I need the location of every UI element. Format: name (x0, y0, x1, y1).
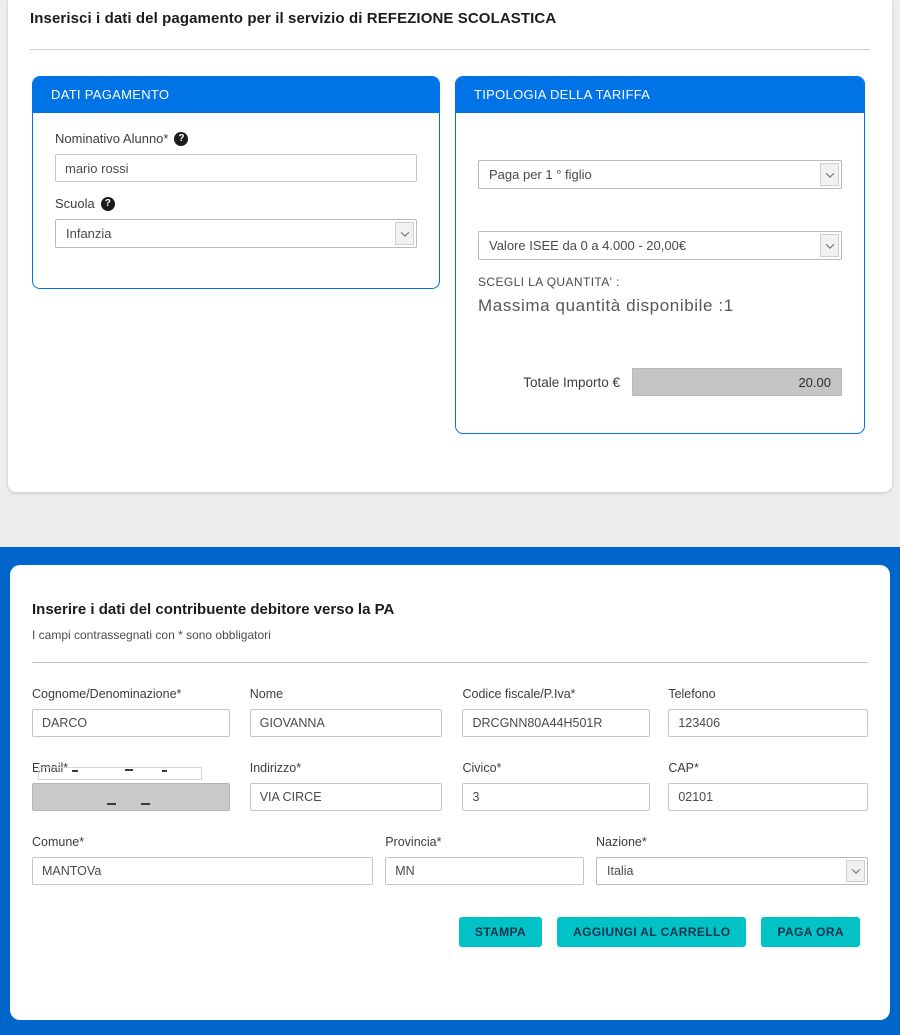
civico-label: Civico* (462, 761, 650, 775)
tariffa-header: TIPOLOGIA DELLA TARIFFA (456, 77, 864, 113)
chevron-down-icon (820, 163, 839, 186)
cognome-label: Cognome/Denominazione* (32, 687, 230, 701)
codice-fiscale-input[interactable] (462, 709, 650, 737)
help-icon[interactable]: ? (101, 197, 115, 211)
email-label: Email* (32, 761, 230, 775)
cap-field: CAP* (668, 761, 868, 811)
scuola-label-row: Scuola ? (55, 196, 417, 211)
chevron-down-icon (820, 234, 839, 257)
quantita-label: SCEGLI LA QUANTITA' : (478, 275, 842, 289)
help-icon[interactable]: ? (174, 132, 188, 146)
comune-input[interactable] (32, 857, 373, 885)
nome-input[interactable] (250, 709, 443, 737)
isee-select[interactable]: Valore ISEE da 0 a 4.000 - 20,00€ (478, 231, 842, 260)
contribuente-row-2: Email* Indirizzo* Civico* (32, 761, 868, 811)
scuola-label: Scuola (55, 196, 95, 211)
civico-field: Civico* (462, 761, 650, 811)
email-input (32, 783, 230, 811)
provincia-label: Provincia* (385, 835, 584, 849)
dati-pagamento-panel: DATI PAGAMENTO Nominativo Alunno* ? Scuo… (32, 76, 440, 289)
cognome-field: Cognome/Denominazione* (32, 687, 230, 737)
figlio-select-value: Paga per 1 ° figlio (489, 167, 592, 182)
totale-importo-label: Totale Importo € (523, 375, 620, 390)
nazione-label: Nazione* (596, 835, 868, 849)
scuola-select-value: Infanzia (66, 226, 112, 241)
contribuente-section: Inserire i dati del contribuente debitor… (0, 547, 900, 1035)
figlio-select[interactable]: Paga per 1 ° figlio (478, 160, 842, 189)
nazione-select-value: Italia (607, 864, 633, 878)
panels-row: DATI PAGAMENTO Nominativo Alunno* ? Scuo… (8, 50, 892, 434)
comune-field: Comune* (32, 835, 373, 885)
max-quantita-text: Massima quantità disponibile :1 (478, 296, 842, 316)
nazione-select[interactable]: Italia (596, 857, 868, 885)
tariffa-panel: TIPOLOGIA DELLA TARIFFA Paga per 1 ° fig… (455, 76, 865, 434)
chevron-down-icon (846, 860, 865, 882)
cap-input[interactable] (668, 783, 868, 811)
indirizzo-field: Indirizzo* (250, 761, 443, 811)
cognome-input[interactable] (32, 709, 230, 737)
nominativo-alunno-label: Nominativo Alunno* (55, 131, 168, 146)
payment-data-card: Inserisci i dati del pagamento per il se… (8, 0, 892, 492)
page: Inserisci i dati del pagamento per il se… (0, 0, 900, 1035)
stampa-button[interactable]: STAMPA (459, 917, 542, 947)
isee-select-value: Valore ISEE da 0 a 4.000 - 20,00€ (489, 238, 686, 253)
telefono-field: Telefono (668, 687, 868, 737)
paga-ora-button[interactable]: PAGA ORA (761, 917, 860, 947)
contribuente-row-3: Comune* Provincia* Nazione* Italia (32, 835, 868, 885)
comune-label: Comune* (32, 835, 373, 849)
totale-importo-field (632, 368, 842, 396)
nazione-field: Nazione* Italia (596, 835, 868, 885)
nominativo-alunno-input[interactable] (55, 154, 417, 182)
dati-pagamento-header: DATI PAGAMENTO (33, 77, 439, 113)
codice-fiscale-field: Codice fiscale/P.Iva* (462, 687, 650, 737)
telefono-label: Telefono (668, 687, 868, 701)
required-fields-note: I campi contrassegnati con * sono obblig… (32, 628, 868, 642)
provincia-input[interactable] (385, 857, 584, 885)
contribuente-card: Inserire i dati del contribuente debitor… (10, 565, 890, 1020)
contribuente-title: Inserire i dati del contribuente debitor… (32, 601, 868, 618)
chevron-down-icon (395, 222, 414, 245)
page-title: Inserisci i dati del pagamento per il se… (8, 8, 892, 27)
civico-input[interactable] (462, 783, 650, 811)
cap-label: CAP* (668, 761, 868, 775)
nome-label: Nome (250, 687, 443, 701)
codice-fiscale-label: Codice fiscale/P.Iva* (462, 687, 650, 701)
totale-row: Totale Importo € (478, 368, 842, 396)
telefono-input[interactable] (668, 709, 868, 737)
aggiungi-al-carrello-button[interactable]: AGGIUNGI AL CARRELLO (557, 917, 746, 947)
nominativo-label-row: Nominativo Alunno* ? (55, 131, 417, 146)
indirizzo-label: Indirizzo* (250, 761, 443, 775)
scuola-select[interactable]: Infanzia (55, 219, 417, 248)
contribuente-divider (32, 662, 868, 663)
action-buttons-row: STAMPA AGGIUNGI AL CARRELLO PAGA ORA (32, 917, 868, 947)
provincia-field: Provincia* (385, 835, 584, 885)
indirizzo-input[interactable] (250, 783, 443, 811)
email-field: Email* (32, 761, 230, 811)
nome-field: Nome (250, 687, 443, 737)
contribuente-row-1: Cognome/Denominazione* Nome Codice fisca… (32, 687, 868, 737)
